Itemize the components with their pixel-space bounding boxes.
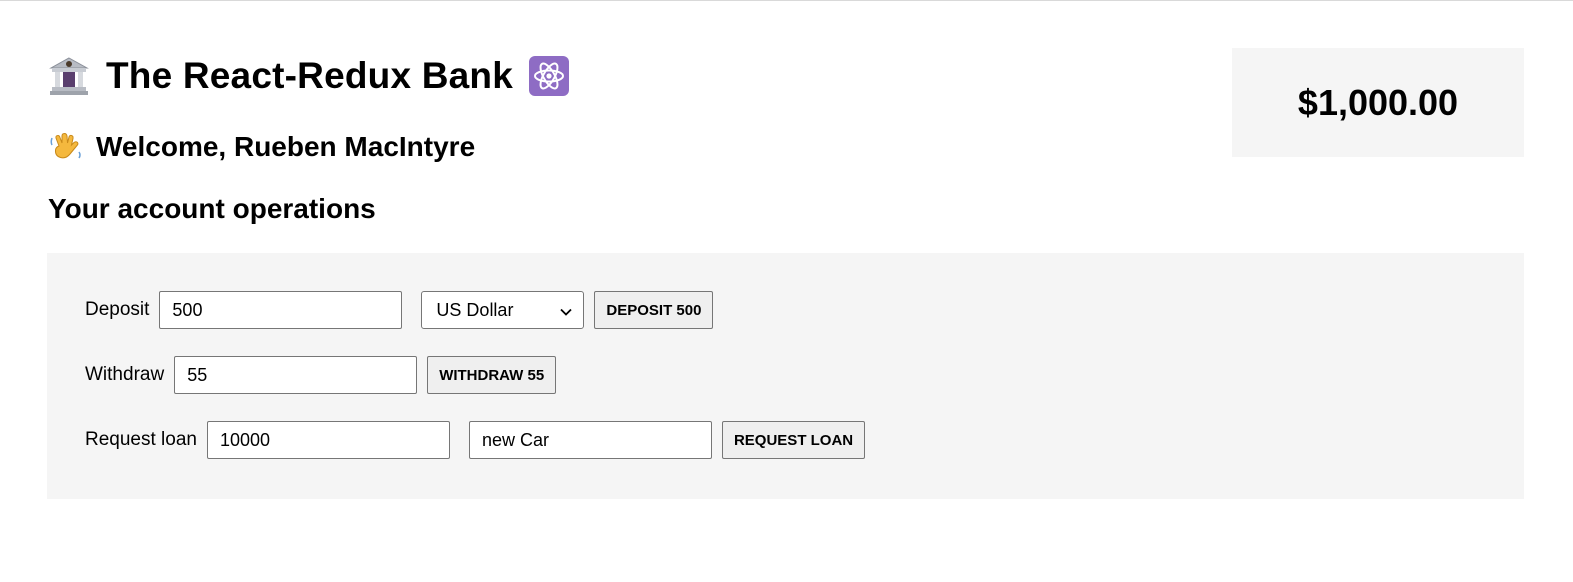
welcome-message: Welcome, Rueben MacIntyre — [50, 130, 475, 164]
deposit-amount-input[interactable] — [159, 291, 403, 329]
loan-purpose-input[interactable] — [468, 421, 712, 459]
loan-amount-input[interactable] — [206, 421, 450, 459]
balance-amount: $1,000.00 — [1297, 81, 1459, 123]
welcome-text: Welcome, Rueben MacIntyre — [96, 131, 476, 162]
loan-label: Request loan — [85, 429, 197, 450]
balance-panel: $1,000.00 — [1232, 48, 1524, 157]
withdraw-label: Withdraw — [85, 364, 165, 385]
withdraw-button[interactable]: WITHDRAW 55 — [427, 356, 557, 394]
currency-select[interactable]: US Dollar — [421, 291, 585, 329]
operations-title: Your account operations — [48, 193, 376, 224]
withdraw-amount-input[interactable] — [174, 356, 418, 394]
deposit-label: Deposit — [85, 299, 150, 320]
page-title: The React-Redux Bank — [106, 55, 513, 96]
top-divider — [0, 0, 1573, 1]
atom-icon — [529, 56, 569, 96]
chevron-down-icon — [559, 303, 573, 317]
deposit-row: Deposit US Dollar DEPOSIT 500 — [85, 290, 714, 330]
app-header: The React-Redux Bank — [48, 54, 569, 98]
waving-hand-icon — [50, 132, 82, 162]
bank-icon — [48, 55, 90, 97]
account-operations-panel: Deposit US Dollar DEPOSIT 500 Withdraw W… — [47, 253, 1524, 499]
currency-selected-value: US Dollar — [436, 299, 514, 320]
loan-row: Request loan REQUEST LOAN — [85, 420, 866, 460]
withdraw-row: Withdraw WITHDRAW 55 — [85, 355, 557, 395]
request-loan-button[interactable]: REQUEST LOAN — [721, 421, 866, 459]
deposit-button[interactable]: DEPOSIT 500 — [594, 291, 714, 329]
